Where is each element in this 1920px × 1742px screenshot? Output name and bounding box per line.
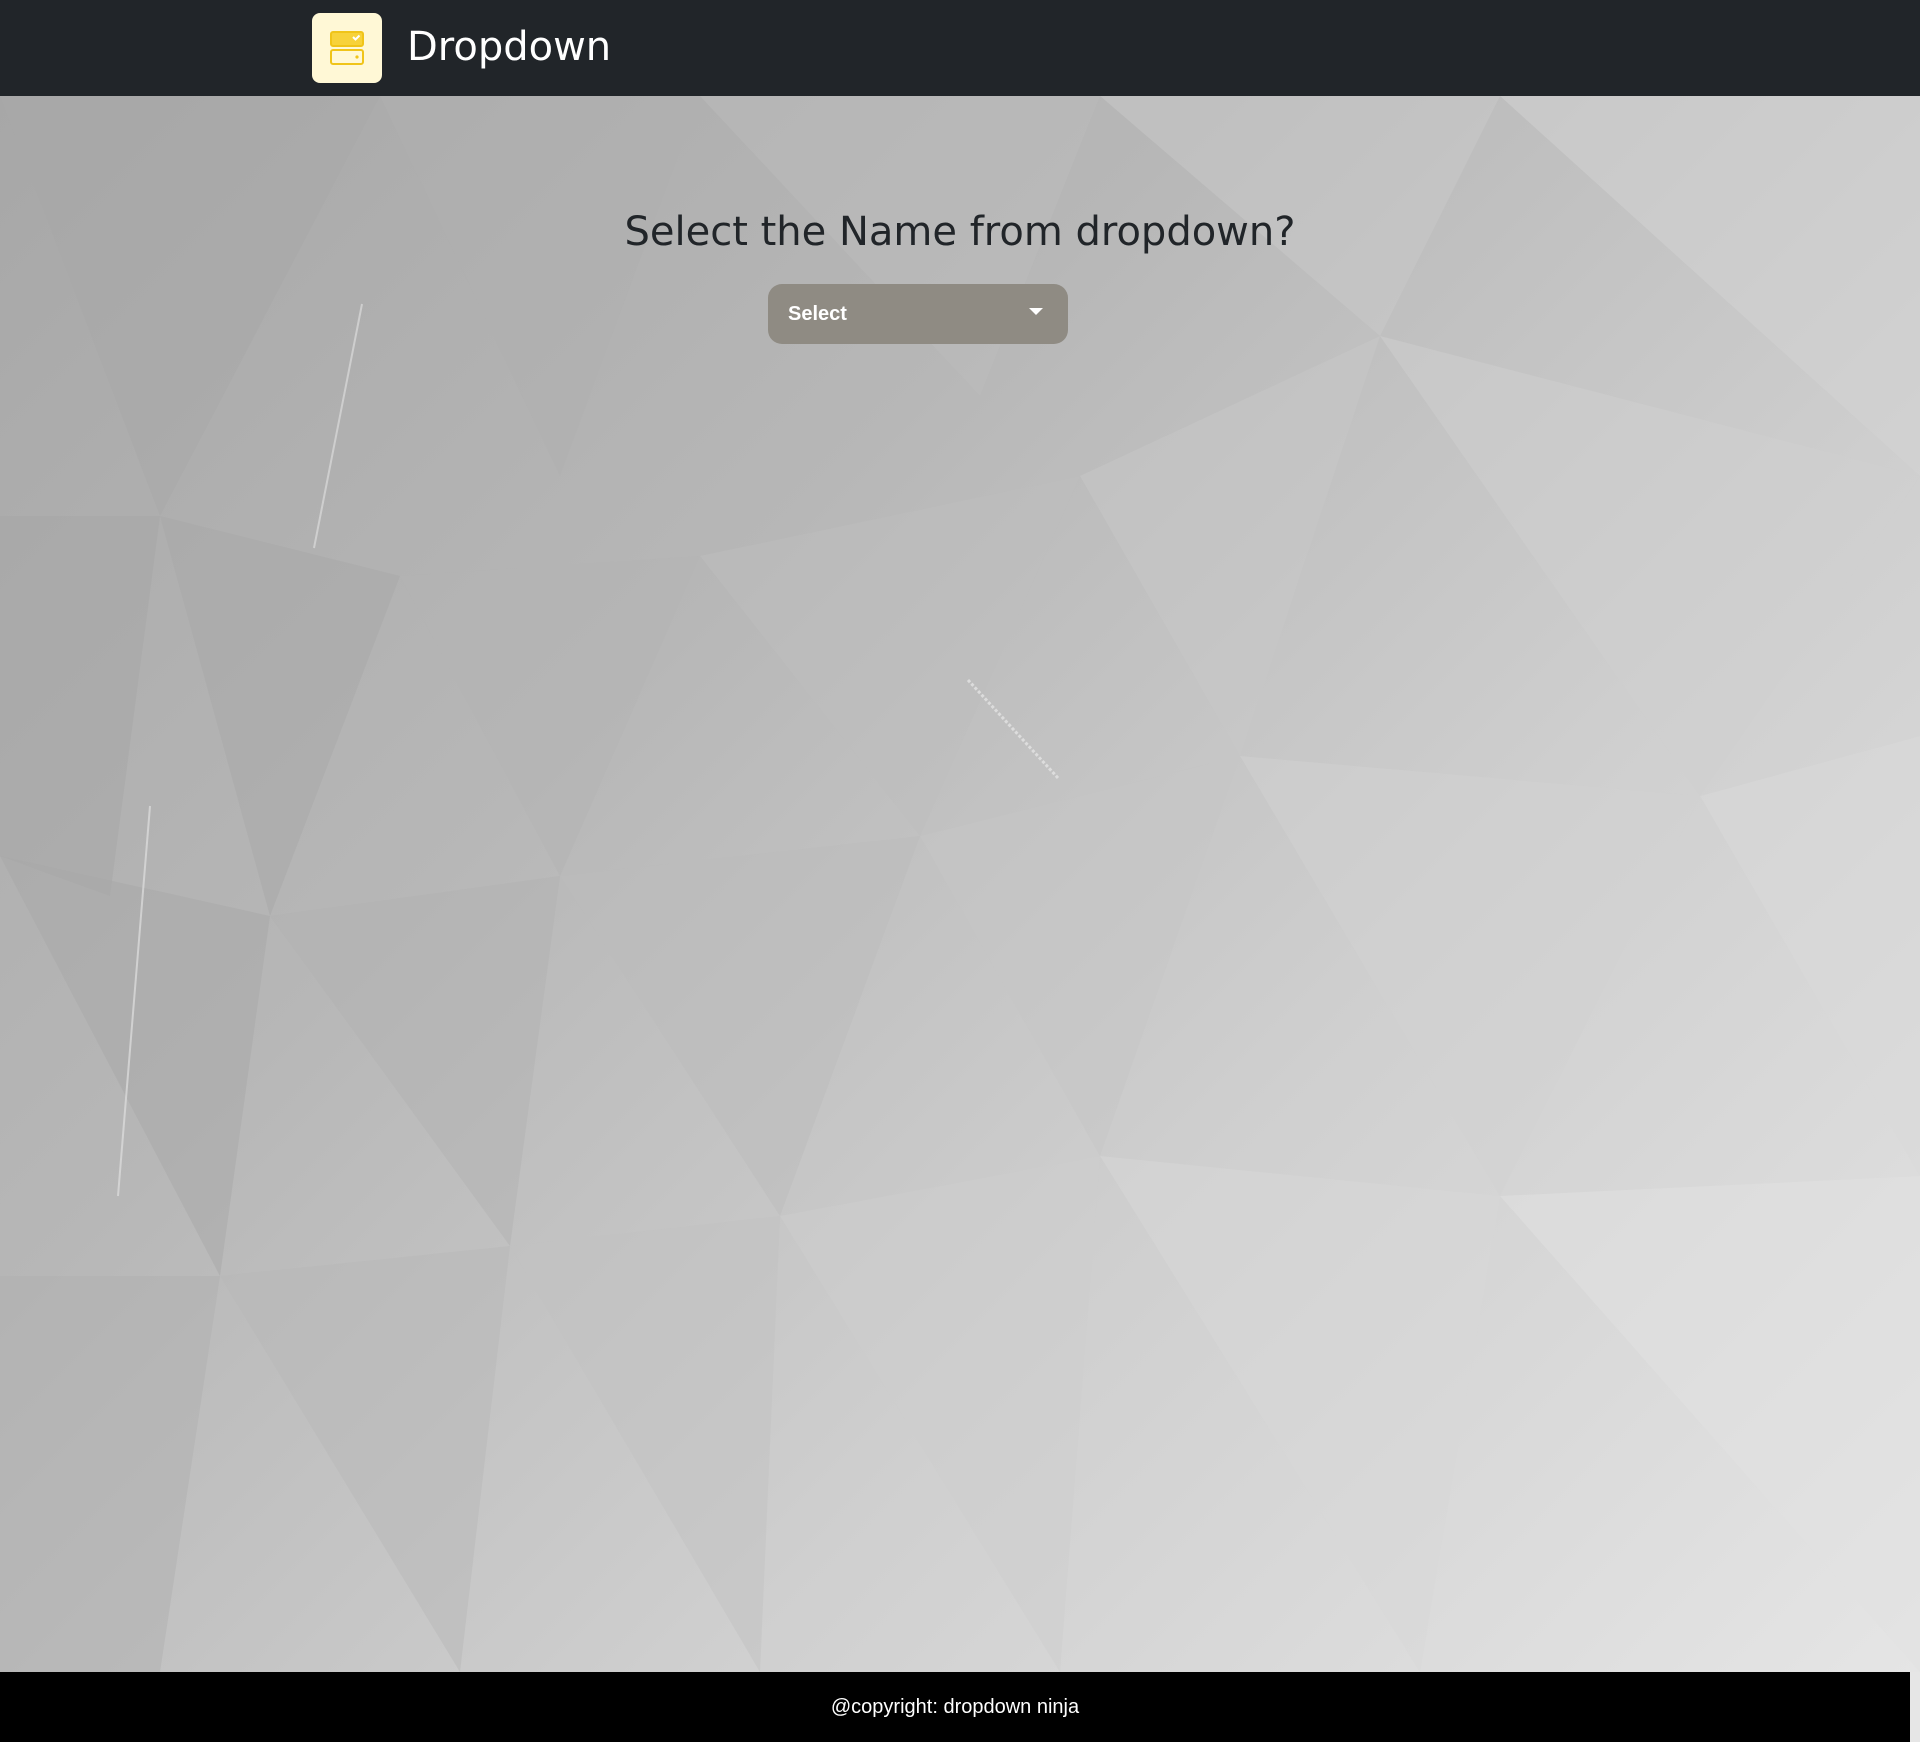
name-dropdown[interactable]: Select (768, 284, 1068, 344)
copyright-text: @copyright: dropdown ninja (830, 1695, 1080, 1718)
page-edge (1910, 1672, 1920, 1742)
caret-down-icon (1029, 308, 1043, 315)
footer: @copyright: dropdown ninja (0, 1672, 1910, 1742)
page-question: Select the Name from dropdown? (624, 209, 1296, 255)
top-navbar: Dropdown (0, 0, 1920, 96)
brand-logo[interactable] (312, 13, 382, 83)
brand-title[interactable]: Dropdown (407, 22, 611, 72)
dropdown-selected-label: Select (788, 302, 847, 325)
main-content: Select the Name from dropdown? Select (0, 96, 1920, 1672)
drawer-icon (330, 31, 364, 65)
